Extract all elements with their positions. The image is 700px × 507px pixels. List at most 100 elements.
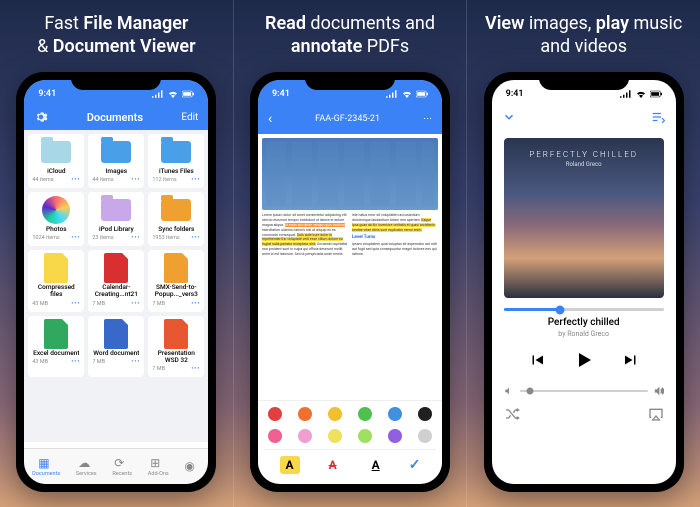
signal-icon	[386, 90, 398, 98]
tile-more-icon[interactable]: •••	[191, 235, 200, 241]
tile-meta: 44 items	[92, 177, 113, 183]
tile-icon	[100, 139, 132, 165]
color-swatch[interactable]	[268, 429, 282, 443]
file-tile[interactable]: Word document 7 MB•••	[88, 316, 144, 377]
tab-label: Services	[76, 471, 97, 477]
color-swatch[interactable]	[388, 407, 402, 421]
chevron-down-icon[interactable]	[502, 110, 516, 124]
file-tile[interactable]: Sync folders 1953 items •••	[148, 192, 204, 246]
bottom-actions	[504, 406, 664, 422]
tile-name: Excel document	[33, 350, 79, 357]
edit-button[interactable]: Edit	[181, 112, 198, 123]
tile-name: iPod Library	[99, 226, 134, 233]
tile-name: Compressed files	[32, 284, 80, 298]
tile-meta: 23 items	[92, 235, 113, 241]
tile-more-icon[interactable]: •••	[131, 177, 140, 183]
file-tile[interactable]: Calendar-Creating...nt21 7 MB•••	[88, 250, 144, 311]
status-icons	[620, 90, 662, 98]
color-swatch[interactable]	[358, 429, 372, 443]
headline-3: View images, play music and videos	[473, 12, 694, 62]
tile-icon	[40, 139, 72, 165]
tile-meta: 43 MB	[32, 359, 48, 365]
tile-more-icon[interactable]: •••	[191, 301, 200, 307]
confirm-icon[interactable]: ✓	[409, 457, 421, 473]
file-tile[interactable]: iCloud 44 items•••	[28, 134, 84, 188]
headline-1: Fast File Manager & Document Viewer	[37, 12, 195, 62]
signal-icon	[152, 90, 164, 98]
tab-add-ons[interactable]: ⊞Add-Ons	[148, 456, 169, 477]
tile-icon	[40, 321, 72, 347]
color-swatch[interactable]	[298, 429, 312, 443]
next-button[interactable]	[622, 351, 640, 369]
color-swatch[interactable]	[328, 407, 342, 421]
tile-more-icon[interactable]: •••	[71, 301, 80, 307]
file-tile[interactable]: Photos 1024 items•••	[28, 192, 84, 246]
doc-text: Lorem ipsum dolor sit amet consectetur a…	[262, 213, 438, 396]
color-swatch[interactable]	[328, 429, 342, 443]
progress-slider[interactable]	[504, 308, 664, 311]
tab-documents[interactable]: ▦Documents	[32, 456, 60, 477]
tile-icon	[100, 321, 132, 347]
doc-menu-button[interactable]: ⋯	[423, 114, 432, 124]
notch	[71, 72, 161, 90]
file-tile[interactable]: SMX-Send-to-Popup..._vers3 7 MB•••	[148, 250, 204, 311]
color-swatch[interactable]	[418, 429, 432, 443]
color-swatch[interactable]	[358, 407, 372, 421]
tile-more-icon[interactable]: •••	[191, 366, 200, 372]
color-swatch[interactable]	[388, 429, 402, 443]
track-artist: by Ronald Greco	[504, 330, 664, 338]
text-style-option[interactable]: A	[280, 456, 300, 474]
color-swatch[interactable]	[298, 407, 312, 421]
tile-more-icon[interactable]: •••	[71, 359, 80, 365]
file-tile[interactable]: Presentation WSD 32 7 MB•••	[148, 316, 204, 377]
panel-media: View images, play music and videos 9:41 …	[466, 0, 700, 507]
pdf-viewer[interactable]: Lorem ipsum dolor sit amet consectetur a…	[258, 134, 442, 484]
tile-name: Photos	[46, 226, 67, 233]
play-button[interactable]	[572, 348, 596, 372]
status-icons	[386, 90, 428, 98]
tab-browser[interactable]: ◉	[184, 459, 200, 474]
tile-icon	[160, 197, 192, 223]
text-style-option[interactable]: A	[323, 456, 343, 474]
tile-name: Presentation WSD 32	[152, 350, 200, 364]
file-tile[interactable]: iTunes Files 112 items•••	[148, 134, 204, 188]
tile-icon	[160, 139, 192, 165]
tab-label: Add-Ons	[148, 471, 169, 477]
file-tile[interactable]: Compressed files 43 MB•••	[28, 250, 84, 311]
notch	[539, 72, 629, 90]
tile-more-icon[interactable]: •••	[71, 235, 80, 241]
tile-more-icon[interactable]: •••	[71, 177, 80, 183]
file-tile[interactable]: iPod Library 23 items •••	[88, 192, 144, 246]
tile-more-icon[interactable]: •••	[191, 177, 200, 183]
file-tile[interactable]: Excel document 43 MB •••	[28, 316, 84, 377]
tile-more-icon[interactable]: •••	[131, 235, 140, 241]
tile-more-icon[interactable]: •••	[131, 359, 140, 365]
text-style-option[interactable]: A	[366, 456, 386, 474]
tab-services[interactable]: ☁Services	[76, 456, 97, 477]
playlist-icon[interactable]	[650, 110, 666, 124]
file-tile[interactable]: Images 44 items•••	[88, 134, 144, 188]
tab-bar: ▦Documents ☁Services ⟳Recents ⊞Add-Ons ◉	[24, 448, 208, 484]
tile-name: Sync folders	[158, 226, 194, 233]
document-grid-container: iCloud 44 items••• Images 44 items••• iT…	[24, 130, 208, 442]
tab-label: Documents	[32, 471, 60, 477]
tile-more-icon[interactable]: •••	[131, 301, 140, 307]
volume-row	[504, 386, 664, 396]
tile-name: Word document	[93, 350, 139, 357]
volume-slider[interactable]	[520, 390, 648, 392]
color-swatch[interactable]	[418, 407, 432, 421]
previous-button[interactable]	[528, 351, 546, 369]
tile-meta: 112 items	[152, 177, 176, 183]
player-nav	[492, 104, 676, 130]
back-button[interactable]: ‹	[268, 111, 272, 127]
tab-recents[interactable]: ⟳Recents	[112, 456, 132, 477]
airplay-icon[interactable]	[648, 406, 664, 422]
app-store-promo: Fast File Manager & Document Viewer 9:41…	[0, 0, 700, 507]
shuffle-icon[interactable]	[504, 406, 520, 422]
tab-icon: ▦	[38, 456, 54, 470]
tile-icon	[100, 255, 132, 281]
color-swatch[interactable]	[268, 407, 282, 421]
settings-icon[interactable]	[34, 110, 48, 124]
tile-meta: 1953 items	[152, 235, 179, 241]
album-art: PERFECTLY CHILLED Roland Greco	[504, 138, 664, 298]
